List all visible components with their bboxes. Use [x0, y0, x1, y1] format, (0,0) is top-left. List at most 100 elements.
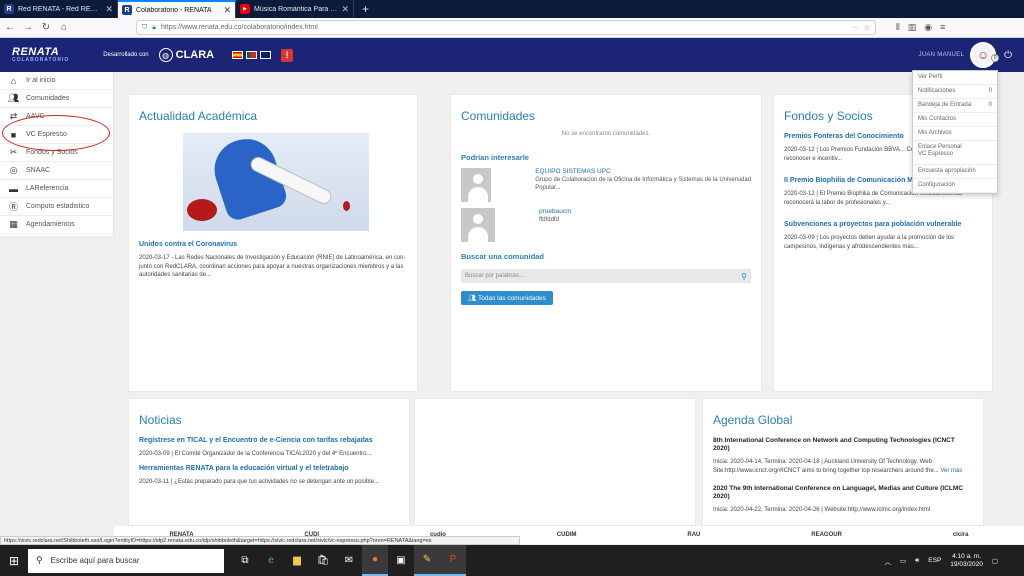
community-placeholder-icon [461, 168, 492, 202]
notifications-icon[interactable]: ▢ [992, 557, 998, 565]
browser-tab-youtube[interactable]: ▶ Música Romántica Para Trabaja ✕ [236, 0, 354, 18]
sidebar-item-lareferencia[interactable]: ▬ LAReferencia [0, 180, 113, 198]
menu-item-settings[interactable]: Configuración [913, 179, 997, 193]
store-icon[interactable]: 🛍︎ [310, 545, 336, 576]
browser-status-url: https://sivic.redclara.net/Shibboleth.ss… [0, 536, 520, 545]
photos-icon[interactable]: ▣ [388, 545, 414, 576]
menu-item-survey[interactable]: Encuesta apropiación [913, 165, 997, 179]
partner-logo[interactable]: RAU [687, 532, 700, 538]
menu-icon[interactable]: ≡ [940, 22, 945, 33]
renata-logo[interactable]: RENATA COLABORATORIO [12, 47, 69, 63]
redclara-logo[interactable]: ◍ CLARA [158, 48, 214, 62]
sidebar-item-scheduling[interactable]: ▦ Agendamientos [0, 216, 113, 234]
task-view-icon[interactable]: ⧉ [232, 545, 258, 576]
menu-item-files[interactable]: Mis Archivos [913, 127, 997, 141]
forward-arrow-icon[interactable]: → [22, 22, 34, 33]
list-item[interactable]: pruebaucm ffdfddfd [461, 208, 751, 242]
url-bar[interactable]: ⛉ 🔒︎ https://www.renata.edu.co/colaborat… [136, 20, 876, 35]
file-explorer-icon[interactable]: ▆ [284, 545, 310, 576]
clock[interactable]: 4:10 a. m. 19/03/2020 [950, 553, 983, 569]
sidebar-item-home[interactable]: ⌂ Ir al inicio [0, 72, 113, 90]
agenda-event-description: Inicia: 2020-04-22, Termina: 2020-04-26 … [713, 507, 931, 513]
partner-logo[interactable]: REAGOUR [811, 532, 842, 538]
shield-icon[interactable]: ⛉ [142, 24, 147, 32]
network-icon[interactable]: ▭ [900, 557, 906, 565]
close-tab-icon[interactable]: ✕ [223, 5, 231, 16]
news-card: Noticias Regístrese en TICAL y el Encuen… [128, 398, 410, 526]
library-icon[interactable]: ⫴ [896, 22, 900, 33]
bookmark-star-icon[interactable]: ☆ [864, 24, 870, 32]
powerpoint-icon[interactable]: P [440, 545, 466, 576]
mail-icon[interactable]: ✉ [336, 545, 362, 576]
search-icon[interactable]: ⚲ [741, 272, 747, 281]
site-header: RENATA COLABORATORIO Desarrollado con ◍ … [0, 38, 1024, 72]
windows-start-icon[interactable]: ⊞ [0, 554, 28, 568]
agenda-event-title[interactable]: 8th International Conference on Network … [713, 437, 973, 453]
menu-item-contacts[interactable]: Mis Contactos [913, 113, 997, 127]
sidebar-toggle-icon[interactable]: ▥ [908, 22, 917, 33]
news-link[interactable]: Herramientas RENATA para la educación vi… [139, 465, 399, 472]
menu-item-inbox[interactable]: Bandeja de Entrada 0 [913, 99, 997, 113]
youtube-favicon-icon: ▶ [240, 4, 250, 14]
language-indicator[interactable]: ESP [928, 557, 941, 564]
tray-chevron-icon[interactable]: ︿ [885, 556, 892, 566]
account-icon[interactable]: ◉ [924, 22, 932, 33]
agenda-card: Agenda Global 8th International Conferen… [702, 398, 984, 526]
alert-icon[interactable]: ! [281, 48, 294, 62]
card-title: Noticias [139, 413, 182, 427]
app-icon[interactable]: ✎ [414, 545, 440, 576]
list-item[interactable]: EQUIPO SISTEMAS UPC Grupo de Colaboracio… [461, 168, 751, 202]
news-link[interactable]: Regístrese en TICAL y el Encuentro de e-… [139, 437, 399, 444]
agenda-event-description: Inicia: 2020-04-14, Termina: 2020-04-18 … [713, 459, 963, 474]
menu-item-notifications[interactable]: Notificaciones 0 [913, 85, 997, 99]
home-icon[interactable]: ⌂ [58, 22, 70, 33]
edge-browser-icon[interactable]: e [258, 545, 284, 576]
lock-icon[interactable]: 🔒︎ [152, 24, 156, 32]
back-arrow-icon[interactable]: ← [4, 22, 16, 33]
menu-item-vc-espresso-link[interactable]: Enlace Personal VC Espresso [913, 141, 997, 165]
community-name[interactable]: EQUIPO SISTEMAS UPC [535, 168, 751, 176]
card-title: Actualidad Académica [139, 109, 258, 123]
browser-toolbar: ← → ↻ ⌂ ⛉ 🔒︎ https://www.renata.edu.co/c… [0, 18, 1024, 38]
developed-by-label: Desarrollado con [103, 52, 149, 58]
sidebar-item-statistics[interactable]: Ⓡ Computo estadistico [0, 198, 113, 216]
community-name[interactable]: pruebaucm [539, 208, 572, 216]
coronavirus-test-image[interactable] [183, 133, 369, 231]
uk-flag-icon[interactable] [260, 51, 272, 59]
communities-card: Comunidades No se encontraron comunidade… [450, 94, 762, 392]
reload-icon[interactable]: ↻ [40, 22, 52, 33]
menu-item-profile[interactable]: Ver Perfil [913, 71, 997, 85]
portugal-flag-icon[interactable] [246, 51, 258, 59]
user-menu-dropdown: Ver Perfil Notificaciones 0 Bandeja de En… [912, 70, 998, 194]
browser-tab-strip: R Red RENATA - Red RENATA Red ✕ R Colabo… [0, 0, 1024, 18]
users-icon: 👥︎ [468, 295, 477, 302]
avatar[interactable]: ☺ 0 [970, 42, 1000, 68]
see-more-link[interactable]: Ver más [940, 468, 962, 474]
page-actions-icon[interactable]: ··· [852, 24, 859, 31]
all-communities-button[interactable]: 👥︎ Todas las comunidades [461, 291, 553, 305]
url-text[interactable]: https://www.renata.edu.co/colaboratorio/… [161, 24, 847, 31]
firefox-icon[interactable]: ● [362, 545, 388, 576]
agenda-event-title[interactable]: 2020 The 9th International Conference on… [713, 485, 973, 501]
community-search-input[interactable]: Buscar por palabras... ⚲ [461, 269, 751, 283]
partner-logo[interactable]: clcira [953, 532, 969, 538]
taskbar-search-input[interactable]: ⚲ Escribe aquí para buscar [28, 548, 224, 573]
volume-icon[interactable]: 🔊︎ [915, 557, 919, 565]
close-tab-icon[interactable]: ✕ [341, 4, 349, 15]
news-description: 2020-03-09 | El Comité Organizador de la… [139, 451, 372, 457]
browser-tab-red-renata[interactable]: R Red RENATA - Red RENATA Red ✕ [0, 0, 118, 18]
sidebar-item-snaac[interactable]: ◎ SNAAC [0, 162, 113, 180]
sidebar: ⌂ Ir al inicio 👥︎ Comunidades ⇄ AAVC ■ VC Es… [0, 72, 114, 236]
partner-logo[interactable]: CUDIM [557, 532, 577, 538]
news-link[interactable]: Unidos contra el Coronavirus [139, 241, 407, 248]
news-link[interactable]: Subvenciones a proyectos para población … [784, 221, 982, 228]
close-tab-icon[interactable]: ✕ [105, 4, 113, 15]
sidebar-item-communities[interactable]: 👥︎ Comunidades [0, 90, 113, 108]
new-tab-plus-icon[interactable]: + [354, 0, 377, 18]
community-placeholder-icon [461, 208, 495, 242]
power-icon[interactable]: ⏻ [1004, 50, 1012, 61]
spain-flag-icon[interactable] [232, 51, 244, 59]
news-description: 2020-03-11 | ¿Estás preparado para que t… [139, 478, 379, 485]
user-name[interactable]: JUAN MANUEL [918, 52, 964, 58]
browser-tab-colaboratorio[interactable]: R Colaboratorio - RENATA ✕ [118, 0, 236, 18]
